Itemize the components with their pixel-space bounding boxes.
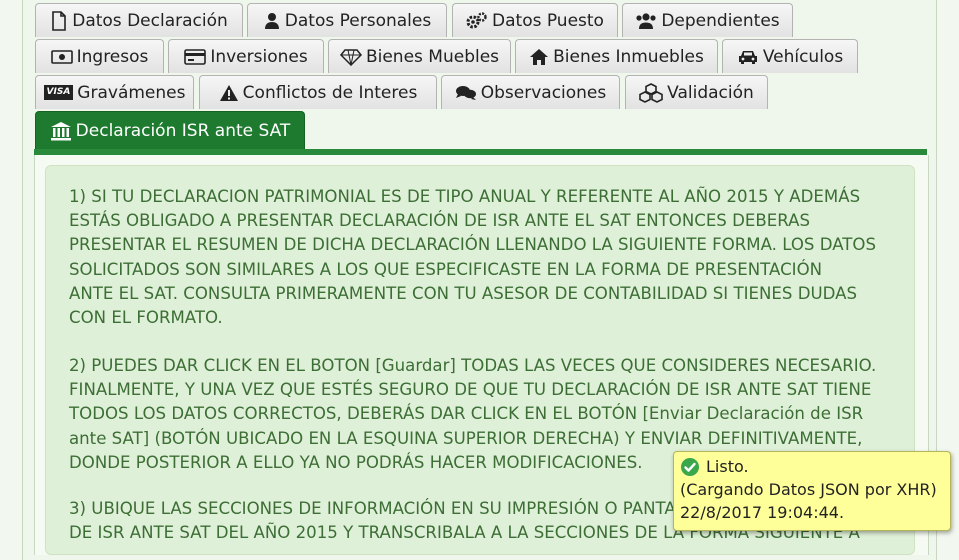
diamond-icon — [339, 48, 362, 66]
tab-bienes-muebles[interactable]: Bienes Muebles — [328, 39, 511, 73]
file-icon — [52, 10, 67, 31]
tab-label: Dependientes — [661, 10, 780, 31]
tab-vehiculos[interactable]: Vehículos — [722, 39, 858, 73]
toast-timestamp: 22/8/2017 19:04:44. — [680, 503, 845, 522]
tab-label: Vehículos — [762, 46, 844, 67]
gears-icon — [466, 11, 487, 28]
text-line: 1) SI TU DECLARACION PATRIMONIAL ES DE T… — [69, 187, 861, 206]
text-line: ESTÁS OBLIGADO A PRESENTAR DECLARACIÓN D… — [69, 211, 810, 231]
car-icon — [738, 50, 757, 64]
tab-declaracion-isr-ante-sat[interactable]: Declaración ISR ante SAT — [35, 111, 305, 149]
tab-label: Validación — [667, 82, 754, 103]
tab-label: Datos Personales — [284, 10, 432, 31]
tab-bienes-inmuebles[interactable]: Bienes Inmuebles — [515, 39, 718, 73]
toast-status: Listo. — [706, 457, 749, 476]
tab-datos-puesto[interactable]: Datos Puesto — [452, 3, 618, 37]
tab-conflictos-de-interes[interactable]: Conflictos de Interes — [199, 75, 437, 109]
tab-label: Inversiones — [210, 46, 308, 67]
text-line: PRESENTAR EL RESUMEN DE DICHA DECLARACIÓ… — [69, 235, 877, 255]
text-line: ANTE EL SAT. CONSULTA PRIMERAMENTE CON T… — [69, 283, 857, 303]
home-icon — [530, 48, 549, 65]
tab-label: Conflictos de Interes — [242, 82, 418, 103]
text-line: ante SAT] (BOTÓN UBICADO EN LA ESQUINA S… — [69, 428, 863, 448]
comments-icon — [455, 85, 476, 100]
users-icon — [636, 12, 656, 29]
tab-gravamenes[interactable]: VISA Gravámenes — [35, 75, 194, 109]
tab-label: Gravámenes — [77, 82, 186, 103]
money-icon — [50, 49, 73, 64]
user-icon — [264, 12, 279, 29]
tab-label: Observaciones — [480, 82, 607, 103]
bank-icon — [50, 121, 71, 140]
tab-label: Bienes Muebles — [365, 46, 500, 67]
visa-icon: VISA — [43, 85, 74, 100]
tab-label: Datos Declaración — [72, 10, 228, 31]
text-line: SOLICITADOS SON SIMILARES A LOS QUE ESPE… — [69, 259, 823, 279]
tab-datos-declaracion[interactable]: Datos Declaración — [35, 3, 243, 37]
tab-observaciones[interactable]: Observaciones — [441, 75, 620, 109]
check-circle-icon — [681, 457, 699, 476]
tab-dependientes[interactable]: Dependientes — [622, 3, 793, 37]
tab-label: Bienes Inmuebles — [553, 46, 704, 67]
tab-validacion[interactable]: Validación — [625, 75, 768, 109]
tab-inversiones[interactable]: Inversiones — [168, 39, 324, 73]
tab-datos-personales[interactable]: Datos Personales — [247, 3, 447, 37]
instruction-paragraph-1: 1) SI TU DECLARACION PATRIMONIAL ES DE T… — [69, 185, 899, 330]
status-toast[interactable]: Listo. (Cargando Datos JSON por XHR) 22/… — [673, 451, 951, 531]
credit-card-icon — [184, 48, 207, 65]
text-line: TODOS LOS DATOS CORRECTOS, DEBERÁS DAR C… — [69, 404, 864, 424]
text-line: CON EL FORMATO. — [69, 308, 223, 328]
tab-label: Datos Puesto — [492, 10, 604, 31]
tab-label: Ingresos — [76, 46, 149, 67]
text-line: 2) PUEDES DAR CLICK EN EL BOTON [Guardar… — [69, 356, 877, 375]
cubes-icon — [639, 82, 663, 103]
warning-icon — [219, 84, 238, 101]
tab-label: Declaración ISR ante SAT — [75, 120, 291, 141]
tab-ingresos[interactable]: Ingresos — [35, 39, 164, 73]
text-line: FINALMENTE, Y UNA VEZ QUE ESTÉS SEGURO D… — [69, 380, 872, 400]
toast-detail: (Cargando Datos JSON por XHR) — [680, 480, 937, 499]
